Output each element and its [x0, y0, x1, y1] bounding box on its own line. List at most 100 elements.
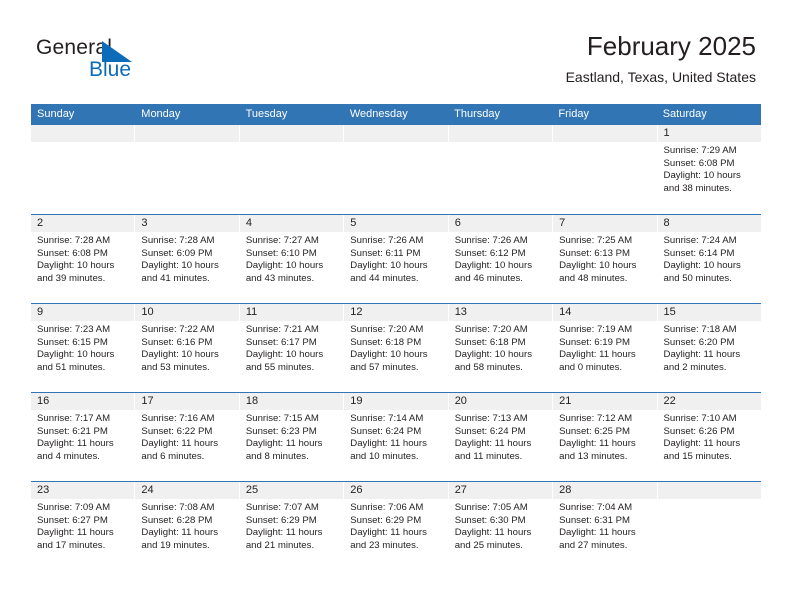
daylight-text: Daylight: 10 hours and 50 minutes.	[663, 260, 741, 284]
sunrise-text: Sunrise: 7:28 AM	[37, 235, 111, 246]
day-info: Sunrise: 7:19 AM Sunset: 6:19 PM Dayligh…	[553, 321, 656, 374]
day-cell[interactable]: 10 Sunrise: 7:22 AM Sunset: 6:16 PM Dayl…	[135, 304, 240, 392]
day-info: Sunrise: 7:15 AM Sunset: 6:23 PM Dayligh…	[240, 410, 343, 463]
sunrise-text: Sunrise: 7:23 AM	[37, 324, 111, 335]
daylight-text: Daylight: 11 hours and 17 minutes.	[37, 527, 114, 551]
sunrise-text: Sunrise: 7:26 AM	[350, 235, 424, 246]
day-cell[interactable]: 25 Sunrise: 7:07 AM Sunset: 6:29 PM Dayl…	[239, 482, 345, 570]
day-number: 15	[657, 304, 761, 321]
day-cell[interactable]: 28 Sunrise: 7:04 AM Sunset: 6:31 PM Dayl…	[553, 482, 658, 570]
daylight-text: Daylight: 10 hours and 41 minutes.	[141, 260, 219, 284]
day-info: Sunrise: 7:10 AM Sunset: 6:26 PM Dayligh…	[658, 410, 761, 463]
day-cell[interactable]: 7 Sunrise: 7:25 AM Sunset: 6:13 PM Dayli…	[553, 215, 658, 303]
daylight-text: Daylight: 11 hours and 13 minutes.	[559, 438, 636, 462]
day-cell[interactable]: 26 Sunrise: 7:06 AM Sunset: 6:29 PM Dayl…	[344, 482, 449, 570]
calendar-grid: Sunday Monday Tuesday Wednesday Thursday…	[31, 104, 761, 570]
day-cell[interactable]: 8 Sunrise: 7:24 AM Sunset: 6:14 PM Dayli…	[657, 215, 761, 303]
day-cell[interactable]: 23 Sunrise: 7:09 AM Sunset: 6:27 PM Dayl…	[31, 482, 136, 570]
general-blue-logo[interactable]: General Blue	[36, 36, 236, 84]
day-cell[interactable]: 15 Sunrise: 7:18 AM Sunset: 6:20 PM Dayl…	[657, 304, 761, 392]
day-info: Sunrise: 7:04 AM Sunset: 6:31 PM Dayligh…	[553, 499, 656, 552]
day-number	[344, 125, 448, 142]
sunset-text: Sunset: 6:18 PM	[350, 336, 422, 348]
day-cell[interactable]	[553, 125, 658, 214]
sunrise-text: Sunrise: 7:19 AM	[559, 324, 633, 335]
day-number: 7	[553, 215, 657, 232]
day-number: 1	[657, 125, 761, 142]
day-cell[interactable]: 22 Sunrise: 7:10 AM Sunset: 6:26 PM Dayl…	[657, 393, 761, 481]
daylight-text: Daylight: 10 hours and 48 minutes.	[559, 260, 637, 284]
sunrise-text: Sunrise: 7:16 AM	[141, 413, 215, 424]
day-cell[interactable]: 6 Sunrise: 7:26 AM Sunset: 6:12 PM Dayli…	[448, 215, 554, 303]
day-cell[interactable]	[135, 125, 240, 214]
sunrise-text: Sunrise: 7:26 AM	[454, 235, 528, 246]
day-cell[interactable]: 27 Sunrise: 7:05 AM Sunset: 6:30 PM Dayl…	[448, 482, 554, 570]
daylight-text: Daylight: 10 hours and 57 minutes.	[350, 349, 428, 373]
day-number: 10	[135, 304, 239, 321]
calendar-week-row: 2 Sunrise: 7:28 AM Sunset: 6:08 PM Dayli…	[31, 214, 761, 303]
sunrise-text: Sunrise: 7:24 AM	[663, 235, 737, 246]
daylight-text: Daylight: 11 hours and 23 minutes.	[350, 527, 427, 551]
day-cell[interactable]: 3 Sunrise: 7:28 AM Sunset: 6:09 PM Dayli…	[135, 215, 240, 303]
page-title: February 2025	[586, 31, 756, 61]
page-subtitle: Eastland, Texas, United States	[565, 69, 756, 85]
weekday-header-tuesday: Tuesday	[245, 108, 288, 120]
sunset-text: Sunset: 6:28 PM	[141, 514, 213, 526]
day-cell[interactable]: 11 Sunrise: 7:21 AM Sunset: 6:17 PM Dayl…	[239, 304, 345, 392]
day-info: Sunrise: 7:25 AM Sunset: 6:13 PM Dayligh…	[553, 232, 656, 285]
sunset-text: Sunset: 6:10 PM	[245, 247, 317, 259]
day-cell[interactable]: 17 Sunrise: 7:16 AM Sunset: 6:22 PM Dayl…	[135, 393, 240, 481]
daylight-text: Daylight: 11 hours and 10 minutes.	[350, 438, 427, 462]
day-cell[interactable]: 9 Sunrise: 7:23 AM Sunset: 6:15 PM Dayli…	[31, 304, 136, 392]
sunset-text: Sunset: 6:25 PM	[559, 425, 631, 437]
day-cell[interactable]	[448, 125, 554, 214]
logo-text-general: General	[36, 36, 113, 59]
day-cell[interactable]	[657, 482, 761, 570]
daylight-text: Daylight: 11 hours and 25 minutes.	[454, 527, 532, 551]
sunrise-text: Sunrise: 7:27 AM	[245, 235, 319, 246]
day-cell[interactable]	[344, 125, 449, 214]
day-number: 20	[448, 393, 553, 410]
daylight-text: Daylight: 11 hours and 6 minutes.	[141, 438, 219, 462]
day-number	[553, 125, 657, 142]
day-number: 3	[135, 215, 239, 232]
sunset-text: Sunset: 6:26 PM	[663, 425, 735, 437]
sunset-text: Sunset: 6:22 PM	[141, 425, 213, 437]
sunrise-text: Sunrise: 7:21 AM	[245, 324, 319, 335]
daylight-text: Daylight: 10 hours and 44 minutes.	[350, 260, 428, 284]
day-cell[interactable]: 20 Sunrise: 7:13 AM Sunset: 6:24 PM Dayl…	[448, 393, 554, 481]
day-cell[interactable]: 4 Sunrise: 7:27 AM Sunset: 6:10 PM Dayli…	[239, 215, 345, 303]
day-cell[interactable]: 12 Sunrise: 7:20 AM Sunset: 6:18 PM Dayl…	[344, 304, 449, 392]
sunset-text: Sunset: 6:15 PM	[37, 336, 108, 348]
day-cell[interactable]: 1 Sunrise: 7:29 AM Sunset: 6:08 PM Dayli…	[657, 125, 761, 214]
day-cell[interactable]: 14 Sunrise: 7:19 AM Sunset: 6:19 PM Dayl…	[553, 304, 658, 392]
day-info: Sunrise: 7:16 AM Sunset: 6:22 PM Dayligh…	[135, 410, 238, 463]
day-cell[interactable]: 5 Sunrise: 7:26 AM Sunset: 6:11 PM Dayli…	[344, 215, 449, 303]
daylight-text: Daylight: 11 hours and 0 minutes.	[559, 349, 636, 373]
day-cell[interactable]: 16 Sunrise: 7:17 AM Sunset: 6:21 PM Dayl…	[31, 393, 136, 481]
day-number: 25	[239, 482, 344, 499]
day-cell[interactable]: 21 Sunrise: 7:12 AM Sunset: 6:25 PM Dayl…	[553, 393, 658, 481]
weekday-header-thursday: Thursday	[454, 108, 500, 120]
day-number: 23	[31, 482, 135, 499]
day-cell[interactable]: 19 Sunrise: 7:14 AM Sunset: 6:24 PM Dayl…	[344, 393, 449, 481]
sunrise-text: Sunrise: 7:15 AM	[245, 413, 319, 424]
sunrise-text: Sunrise: 7:25 AM	[559, 235, 633, 246]
day-info: Sunrise: 7:05 AM Sunset: 6:30 PM Dayligh…	[449, 499, 552, 552]
sunset-text: Sunset: 6:09 PM	[141, 247, 213, 259]
day-info: Sunrise: 7:26 AM Sunset: 6:12 PM Dayligh…	[449, 232, 552, 285]
daylight-text: Daylight: 10 hours and 58 minutes.	[454, 349, 533, 373]
day-number	[657, 482, 761, 499]
day-info: Sunrise: 7:09 AM Sunset: 6:27 PM Dayligh…	[31, 499, 134, 552]
day-cell[interactable]	[239, 125, 345, 214]
page-header: General Blue February 2025 Eastland, Tex…	[0, 0, 792, 104]
day-cell[interactable]: 13 Sunrise: 7:20 AM Sunset: 6:18 PM Dayl…	[448, 304, 554, 392]
day-info: Sunrise: 7:13 AM Sunset: 6:24 PM Dayligh…	[449, 410, 552, 463]
day-cell[interactable]	[31, 125, 136, 214]
sunset-text: Sunset: 6:20 PM	[663, 336, 735, 348]
sunrise-text: Sunrise: 7:13 AM	[454, 413, 528, 424]
day-cell[interactable]: 18 Sunrise: 7:15 AM Sunset: 6:23 PM Dayl…	[239, 393, 345, 481]
day-cell[interactable]: 24 Sunrise: 7:08 AM Sunset: 6:28 PM Dayl…	[135, 482, 240, 570]
day-info: Sunrise: 7:12 AM Sunset: 6:25 PM Dayligh…	[553, 410, 656, 463]
day-cell[interactable]: 2 Sunrise: 7:28 AM Sunset: 6:08 PM Dayli…	[31, 215, 136, 303]
